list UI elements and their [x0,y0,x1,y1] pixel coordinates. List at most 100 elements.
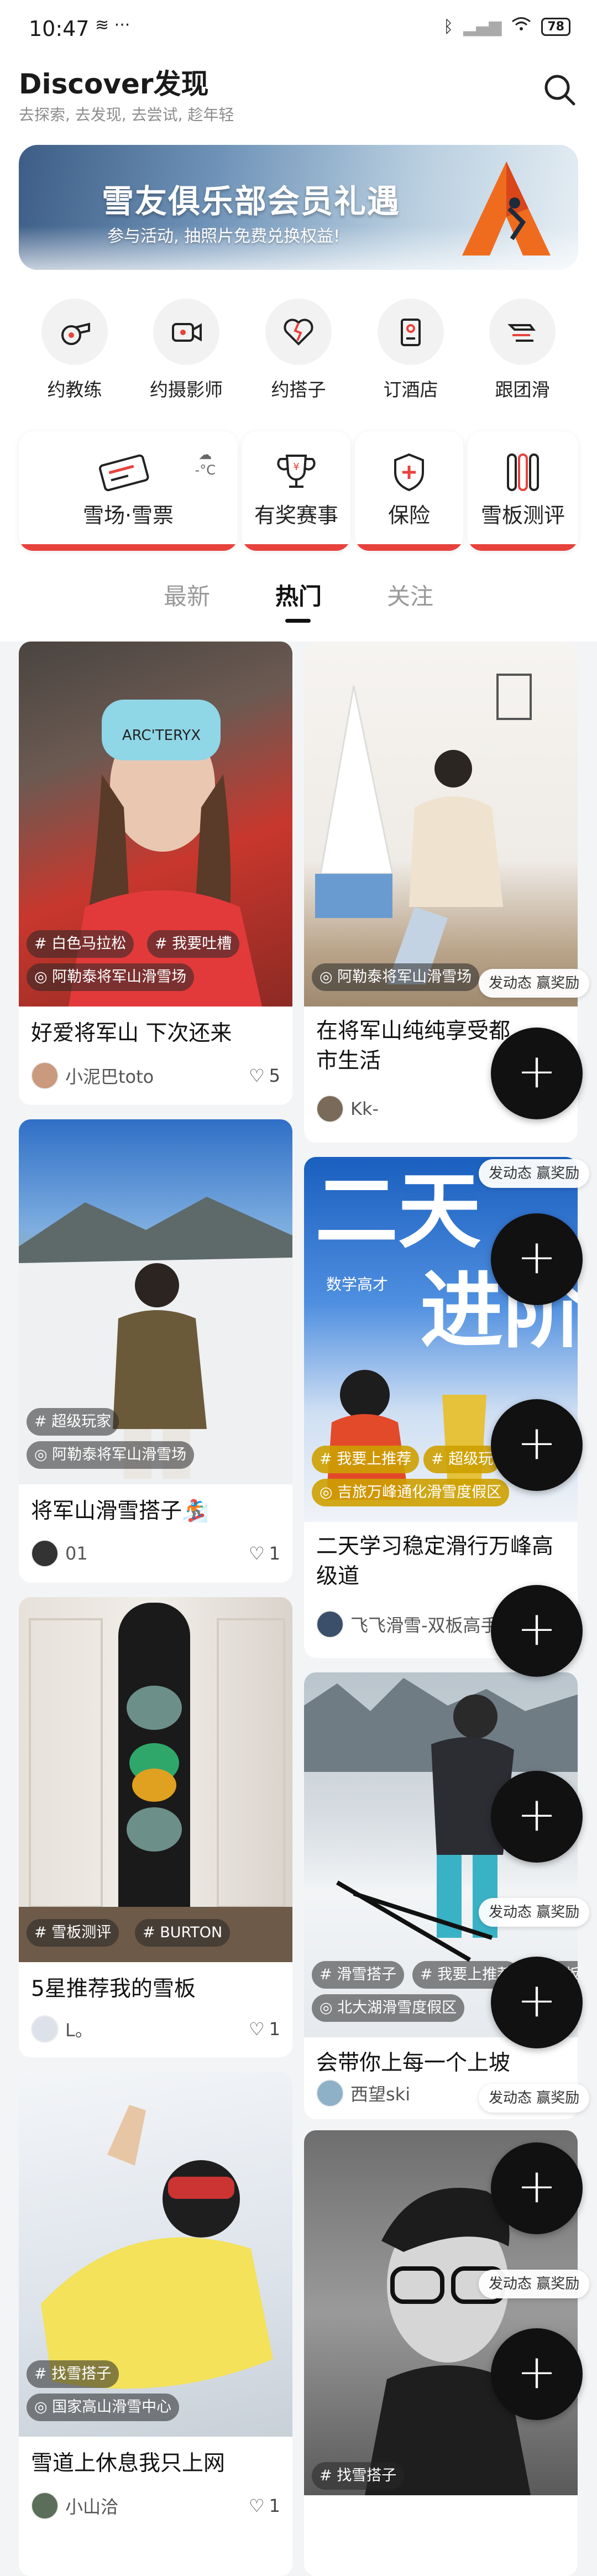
create-post-button[interactable]: + [491,2142,583,2234]
quick-nav-coach[interactable]: 约教练 [28,299,122,401]
heart-outline-icon: ♡ [248,1543,265,1564]
search-icon[interactable] [541,71,579,109]
category-label: 雪板测评 [480,503,565,528]
post-tag[interactable]: # 超级玩 [423,1446,501,1473]
post-title: 二天学习稳定滑行万峰高级道 [316,1534,554,1589]
location-tag[interactable]: ◎ 阿勒泰将军山滑雪场 [27,963,195,991]
post-tag[interactable]: # BURTON [135,1919,231,1947]
ski-board-icon [507,453,539,491]
feed-card[interactable]: # 滑雪搭子 # 我要上推荐 # 双板口 ◎ 北大湖滑雪度假区 会带你上每一个上… [304,1672,578,2119]
like-button[interactable]: ♡ 5 [249,1065,280,1086]
feed-card[interactable]: # 超级玩家 ◎ 阿勒泰将军山滑雪场 将军山滑雪搭子🏂 01 ♡ 1 [19,1119,292,1583]
author-name: 西望ski [350,2084,411,2105]
post-tag[interactable]: # 我要上推荐 [312,1446,420,1473]
create-post-button[interactable]: + [491,1585,583,1677]
svg-text:ARC'TERYX: ARC'TERYX [122,727,201,744]
quick-nav-hotel[interactable]: 订酒店 [364,299,458,401]
create-post-button[interactable]: + [491,1399,583,1491]
post-author[interactable]: 西望ski [316,2079,410,2107]
avatar [31,1540,59,1567]
post-tag[interactable]: # 找雪搭子 [312,2462,405,2490]
location-tag[interactable]: ◎ 吉旅万峰通化滑雪度假区 [312,1479,510,1506]
status-right: ᛒ ▂▄▆ 78 [443,17,570,36]
create-post-button[interactable]: + [491,2328,583,2420]
category-label: 有奖赛事 [254,503,338,528]
like-button[interactable]: ♡ 1 [249,1543,280,1564]
post-author[interactable]: 飞飞滑雪-双板高手 [316,1610,499,1638]
avatar [316,2079,344,2107]
post-author[interactable]: L。 [31,2015,93,2043]
create-post-button[interactable]: + [491,1771,583,1863]
post-tag[interactable]: # 白色马拉松 [27,930,134,958]
notification-icons: ≋ ··· [95,15,130,35]
create-post-button[interactable]: + [491,1957,583,2048]
like-button[interactable]: ♡ 1 [249,2019,280,2040]
create-post-button[interactable]: + [491,1213,583,1305]
quick-nav-buddy[interactable]: 约搭子 [252,299,345,401]
like-count: 5 [269,1065,280,1086]
post-title: 雪道上休息我只上网 [31,2451,226,2476]
like-count: 1 [269,1543,280,1564]
tab-hot[interactable]: 热门 [275,578,322,612]
promo-banner[interactable]: 雪友俱乐部会员礼遇 参与活动, 抽照片免费兑换权益! [19,145,578,270]
author-name: 小山洽 [65,2496,119,2517]
weather-indicator: ☁ -°C [195,447,216,478]
quick-nav: 约教练 约摄影师 约搭子 订酒店 跟团滑 [0,299,597,409]
category-contests[interactable]: ¥ 有奖赛事 [242,431,350,551]
author-name: 飞飞滑雪-双板高手 [350,1615,499,1636]
post-title: 5星推荐我的雪板 [31,1977,196,2001]
wifi-icon [511,17,531,36]
post-author[interactable]: 01 [31,1540,88,1567]
fab-tooltip: 发动态 赢奖励 [479,1898,590,1927]
quick-nav-label: 约摄影师 [150,379,223,400]
heart-outline-icon: ♡ [248,1065,265,1086]
quick-nav-photographer[interactable]: 约摄影师 [139,299,233,401]
location-tag[interactable]: ◎ 阿勒泰将军山滑雪场 [312,963,480,991]
page-title: Discover发现 [19,68,209,100]
feed-card[interactable]: ARC'TERYX # 白色马拉松 # 我要吐槽 ◎ 阿勒泰将军山滑雪场 好爱将… [19,642,292,1105]
heart-outline-icon: ♡ [248,2495,265,2516]
poster-small-text: 数学高才 [326,1275,388,1294]
post-tag[interactable]: # 超级玩家 [27,1408,119,1436]
tab-latest[interactable]: 最新 [164,578,210,612]
post-author[interactable]: 小山洽 [31,2492,118,2520]
avatar [31,2492,59,2520]
camera-icon [153,299,219,365]
ticket-icon [99,454,149,492]
post-tag[interactable]: # 我要吐槽 [147,930,240,958]
location-tag[interactable]: ◎ 北大湖滑雪度假区 [312,1994,465,2022]
like-button[interactable]: ♡ 1 [249,2495,280,2516]
hotel-door-icon [378,299,444,365]
category-insurance[interactable]: 保险 [355,431,463,551]
location-tag[interactable]: ◎ 国家高山滑雪中心 [27,2394,180,2421]
tab-following[interactable]: 关注 [387,578,433,612]
author-name: L。 [65,2020,93,2041]
quick-nav-group-ski[interactable]: 跟团滑 [475,299,569,401]
avatar [316,1610,344,1638]
quick-nav-label: 订酒店 [383,379,438,400]
post-title: 在将军山纯纯享受都市生活 [316,1019,511,1073]
shield-icon [394,453,424,492]
category-board-review[interactable]: 雪板测评 [468,431,578,551]
like-count: 1 [269,2495,280,2516]
location-tag[interactable]: ◎ 阿勒泰将军山滑雪场 [27,1441,195,1469]
poster-headline-1: 二天 [315,1164,481,1260]
feed-card[interactable]: # 找雪搭子 ◎ 国家高山滑雪中心 雪道上休息我只上网 小山洽 ♡ 1 [19,2072,292,2576]
post-author[interactable]: Kk- [316,1095,379,1123]
whistle-icon [41,299,108,365]
avatar [316,1095,344,1123]
category-ski-resort[interactable]: ☁ -°C 雪场·雪票 [19,431,238,551]
author-name: Kk- [350,1098,379,1119]
create-post-button[interactable]: + [491,1028,583,1119]
post-tag[interactable]: # 雪板测评 [27,1919,119,1947]
quick-nav-label: 约搭子 [271,379,326,400]
post-author[interactable]: 小泥巴toto [31,1062,154,1089]
status-bar: 10:47 ≋ ··· ᛒ ▂▄▆ 78 [0,0,597,61]
status-time: 10:47 [29,17,90,41]
post-tag[interactable]: # 找雪搭子 [27,2360,119,2388]
author-name: 小泥巴toto [65,1066,154,1087]
page-subtitle: 去探索, 去发现, 去尝试, 趁年轻 [19,106,234,124]
avatar [31,1062,59,1089]
post-tag[interactable]: # 滑雪搭子 [312,1961,405,1989]
feed-card[interactable]: # 雪板测评 # BURTON 5星推荐我的雪板 L。 ♡ 1 [19,1597,292,2057]
